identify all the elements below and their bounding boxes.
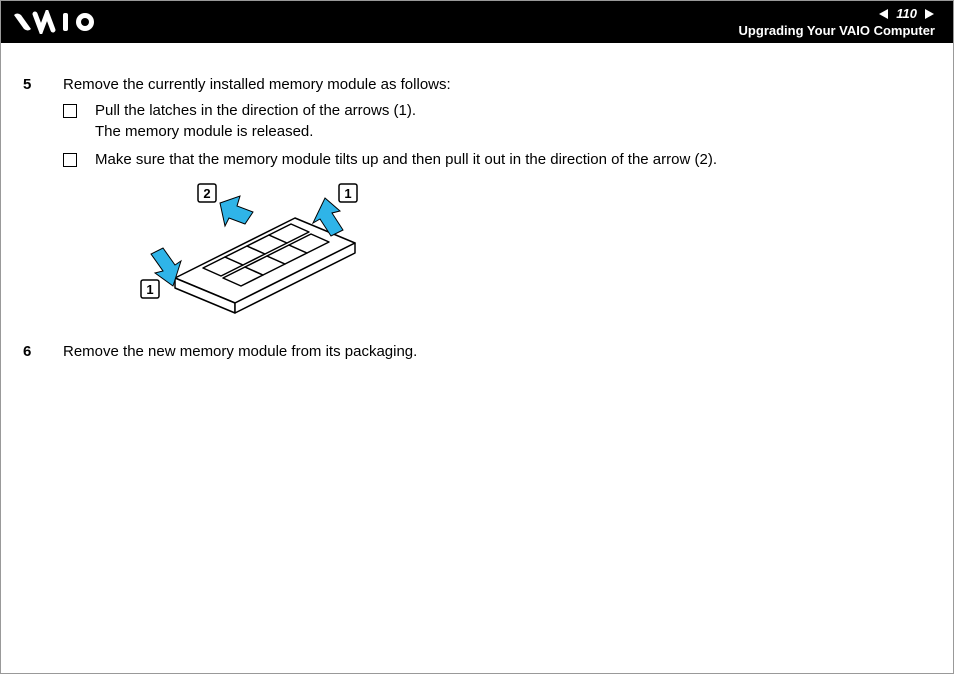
step-item: 6 Remove the new memory module from its … [23,342,927,362]
bullet-icon [63,104,77,118]
page-navigator: 110 [739,6,935,21]
bullet-icon [63,153,77,167]
svg-text:2: 2 [203,186,210,201]
prev-page-arrow-icon[interactable] [878,8,890,20]
step-text: Remove the new memory module from its pa… [63,342,927,362]
next-page-arrow-icon[interactable] [923,8,935,20]
page-content: 5 Remove the currently installed memory … [1,43,953,363]
step-item: 5 Remove the currently installed memory … [23,75,927,334]
step-number: 5 [23,75,63,95]
svg-text:1: 1 [344,186,351,201]
header-right: 110 Upgrading Your VAIO Computer [739,6,935,38]
bullet-text: Pull the latches in the direction of the… [95,101,416,142]
bullet-item: Pull the latches in the direction of the… [63,101,927,142]
step-number: 6 [23,342,63,362]
svg-text:1: 1 [146,282,153,297]
vaio-logo [13,10,123,34]
bullet-text: Make sure that the memory module tilts u… [95,150,717,170]
bullet-item: Make sure that the memory module tilts u… [63,150,927,170]
page-number: 110 [896,6,917,21]
page-header: 110 Upgrading Your VAIO Computer [1,1,953,43]
memory-module-figure: 2 1 1 [125,178,927,324]
section-title: Upgrading Your VAIO Computer [739,23,935,38]
step-text: Remove the currently installed memory mo… [63,75,927,95]
